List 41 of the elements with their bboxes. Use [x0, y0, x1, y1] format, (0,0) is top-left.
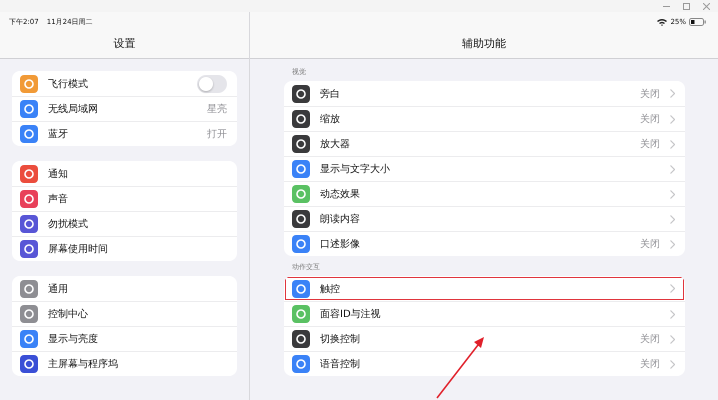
settings-item[interactable]: 朗读内容 — [284, 206, 685, 231]
sidebar-item[interactable]: 声音 — [12, 186, 237, 211]
chevron-icon — [670, 214, 675, 224]
settings-item[interactable]: 面容ID与注视 — [284, 301, 685, 326]
airplane-toggle[interactable] — [197, 74, 227, 92]
chevron-icon — [670, 334, 675, 344]
sidebar-item[interactable]: 主屏幕与程序坞 — [12, 351, 237, 376]
settings-item[interactable]: 语音控制 关闭 — [284, 351, 685, 376]
sidebar-item[interactable]: 通知 — [12, 161, 237, 186]
settings-item[interactable]: 显示与文字大小 — [284, 156, 685, 181]
sidebar-item[interactable]: 飞行模式 — [12, 71, 237, 96]
sidebar-item[interactable]: 勿扰模式 — [12, 211, 237, 236]
chevron-icon — [670, 164, 675, 174]
annotation-arrow — [436, 337, 484, 398]
sidebar-item[interactable]: 蓝牙 打开 — [12, 121, 237, 146]
close-icon[interactable] — [703, 2, 710, 10]
chevron-icon — [670, 114, 675, 124]
settings-item[interactable]: 放大器 关闭 — [284, 131, 685, 156]
sidebar-item[interactable]: 屏幕使用时间 — [12, 236, 237, 261]
wifi-icon — [657, 18, 668, 26]
settings-item[interactable]: 切换控制 关闭 — [284, 326, 685, 351]
settings-item[interactable]: 动态效果 — [284, 181, 685, 206]
chevron-icon — [670, 140, 675, 148]
chevron-icon — [670, 190, 675, 198]
settings-item[interactable]: 口述影像 关闭 — [284, 231, 685, 256]
settings-item[interactable]: 缩放 关闭 — [284, 106, 685, 131]
chevron-icon — [670, 360, 675, 368]
battery-icon — [689, 18, 706, 26]
sidebar-item[interactable]: 通用 — [12, 276, 237, 301]
sidebar-item[interactable]: 无线局域网 星亮 — [12, 96, 237, 121]
settings-item[interactable]: 触控 — [284, 276, 685, 301]
sidebar-title: 设置 — [112, 36, 136, 51]
sidebar-item[interactable]: 显示与亮度 — [12, 326, 237, 351]
maximize-icon[interactable] — [683, 2, 690, 10]
chevron-icon — [670, 284, 675, 293]
page-title: 辅助功能 — [461, 36, 507, 51]
chevron-icon — [670, 310, 675, 318]
settings-item[interactable]: 旁白 关闭 — [284, 81, 685, 106]
chevron-icon — [670, 240, 675, 248]
sidebar-item[interactable]: 控制中心 — [12, 301, 237, 326]
chevron-icon — [670, 89, 675, 98]
